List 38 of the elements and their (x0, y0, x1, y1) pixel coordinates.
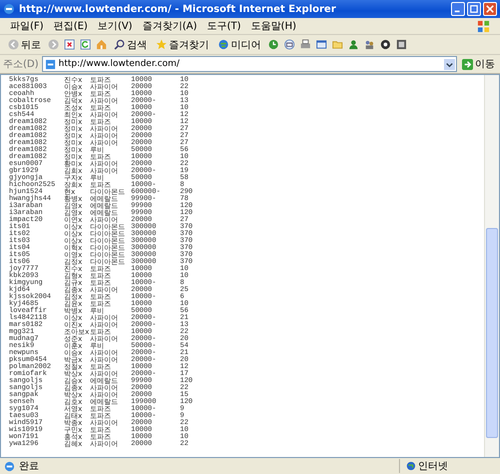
search-button[interactable]: 검색 (112, 38, 149, 52)
menu-item[interactable]: 즐겨찾기(A) (142, 19, 197, 33)
menu-item[interactable]: 편집(E) (54, 19, 88, 33)
go-arrow-icon (462, 58, 473, 70)
print-icon[interactable] (300, 39, 311, 50)
edit-icon[interactable] (316, 39, 327, 50)
scrollbar[interactable] (484, 75, 499, 457)
window-icon[interactable] (396, 39, 407, 50)
star-icon (156, 39, 167, 50)
menu-item[interactable]: 도구(T) (207, 19, 241, 33)
zone-label: 인터넷 (418, 460, 448, 473)
mail-icon[interactable] (284, 39, 295, 50)
menu-item[interactable]: 도움말(H) (250, 19, 296, 33)
windows-logo-icon (477, 20, 490, 32)
history-icon[interactable] (268, 39, 279, 50)
status-text: 완료 (19, 460, 40, 473)
go-button[interactable]: 이동 (460, 57, 497, 71)
address-label: 주소(D) (3, 58, 39, 71)
window-title: http://www.lowtender.com/ - Microsoft Internet Explorer (19, 4, 337, 14)
dropdown-icon[interactable] (444, 58, 455, 70)
maximize-icon (470, 5, 478, 13)
maximize-button[interactable] (467, 2, 481, 16)
menu-item[interactable]: 보기(V) (98, 19, 132, 33)
search-icon (114, 39, 125, 50)
circle-icon[interactable] (380, 39, 391, 50)
close-icon (486, 5, 494, 13)
home-icon[interactable] (96, 39, 107, 50)
minimize-button[interactable] (451, 2, 465, 16)
menu-item[interactable]: 파일(F) (10, 19, 44, 33)
favorites-button[interactable]: 즐겨찾기 (154, 38, 211, 52)
messenger-icon[interactable] (348, 39, 359, 50)
close-button[interactable] (483, 2, 497, 16)
back-button[interactable]: 뒤로 (6, 38, 43, 52)
stop-icon[interactable] (64, 39, 75, 50)
media-button[interactable]: 미디어 (216, 38, 263, 52)
address-field[interactable]: http://www.lowtender.com/ (42, 56, 457, 72)
refresh-icon[interactable] (80, 39, 91, 50)
people-icon[interactable] (364, 39, 375, 50)
